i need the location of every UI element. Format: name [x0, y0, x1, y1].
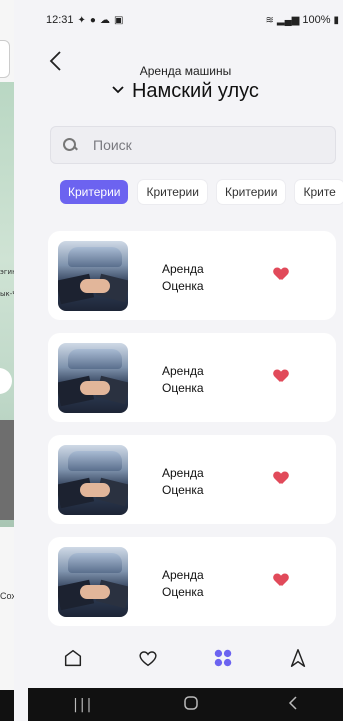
rental-screen: 12:31 ✦ ● ☁ ▣ ≋ ▂▄▆ 100% ▮ Аренда машины…: [28, 0, 343, 721]
status-bar: 12:31 ✦ ● ☁ ▣ ≋ ▂▄▆ 100% ▮: [28, 0, 343, 40]
card-text: Аренда Оценка: [162, 567, 204, 601]
grid-icon: [214, 649, 232, 667]
peek-dark-panel: [0, 420, 14, 520]
system-back-icon[interactable]: [288, 696, 298, 713]
location-selector[interactable]: Намский улус: [28, 80, 343, 103]
card-rating: Оценка: [162, 483, 204, 497]
card-rating: Оценка: [162, 585, 204, 599]
rental-list: Аренда Оценка Аренда Оценка Аренда Оценк…: [48, 231, 336, 639]
list-item[interactable]: Аренда Оценка: [48, 231, 336, 320]
home-icon: [65, 649, 82, 667]
header: Аренда машины Намский улус: [28, 40, 343, 122]
notification-icon: ✦: [77, 14, 86, 26]
nav-favorites-button[interactable]: [128, 638, 168, 678]
list-item[interactable]: Аренда Оценка: [48, 333, 336, 422]
card-title: Аренда: [162, 364, 204, 378]
system-home-icon[interactable]: [183, 696, 198, 713]
nav-catalog-button[interactable]: [203, 638, 243, 678]
list-item[interactable]: Аренда Оценка: [48, 537, 336, 626]
app-icon: ●: [89, 14, 96, 26]
heart-icon[interactable]: [274, 268, 288, 282]
filter-chip-active[interactable]: Критерии: [60, 180, 129, 204]
search-icon: [63, 138, 77, 152]
peek-map-label: эгин: [0, 268, 14, 276]
heart-icon[interactable]: [274, 370, 288, 384]
filter-chips: Критерии Критерии Критерии Крите: [60, 180, 343, 204]
handshake-car-image: [58, 445, 128, 515]
nav-navigation-button[interactable]: [278, 638, 318, 678]
card-text: Аренда Оценка: [162, 261, 204, 295]
card-rating: Оценка: [162, 279, 204, 293]
status-time: 12:31: [46, 14, 74, 26]
system-navigation-bar: |||: [28, 688, 343, 721]
card-rating: Оценка: [162, 381, 204, 395]
handshake-car-image: [58, 343, 128, 413]
search-input[interactable]: [93, 137, 293, 153]
search-bar[interactable]: [50, 126, 336, 164]
page-title: Намский улус: [131, 80, 259, 102]
list-item[interactable]: Аренда Оценка: [48, 435, 336, 524]
recent-apps-icon[interactable]: |||: [73, 697, 93, 713]
heart-icon[interactable]: [274, 574, 288, 588]
weather-icon: ☁: [99, 14, 110, 26]
heart-icon[interactable]: [274, 472, 288, 486]
chevron-down-icon: [112, 81, 128, 97]
filter-chip[interactable]: Критерии: [138, 180, 207, 204]
navigation-icon: [290, 649, 305, 667]
peek-box: [0, 40, 10, 78]
wifi-icon: ≋: [265, 14, 274, 26]
battery-icon: ▮: [333, 14, 339, 26]
card-title: Аренда: [162, 568, 204, 582]
peek-bottom-label: Сох: [0, 591, 14, 601]
battery-level: 100%: [302, 14, 331, 26]
page-subtitle: Аренда машины: [139, 64, 232, 78]
peek-map-label: ык-Ч: [0, 290, 14, 298]
peek-black-bar: [0, 690, 14, 721]
filter-chip[interactable]: Крите: [295, 180, 343, 204]
gallery-icon: ▣: [113, 14, 124, 26]
handshake-car-image: [58, 547, 128, 617]
heart-icon: [139, 651, 157, 667]
filter-chip[interactable]: Критерии: [216, 180, 286, 204]
nav-home-button[interactable]: [53, 638, 93, 678]
bottom-navigation: [28, 628, 343, 688]
signal-icon: ▂▄▆: [276, 14, 300, 26]
card-title: Аренда: [162, 262, 204, 276]
previous-screen-peek: эгин ык-Ч Сох: [0, 0, 14, 721]
card-text: Аренда Оценка: [162, 363, 204, 397]
card-text: Аренда Оценка: [162, 465, 204, 499]
handshake-car-image: [58, 241, 128, 311]
card-title: Аренда: [162, 466, 204, 480]
